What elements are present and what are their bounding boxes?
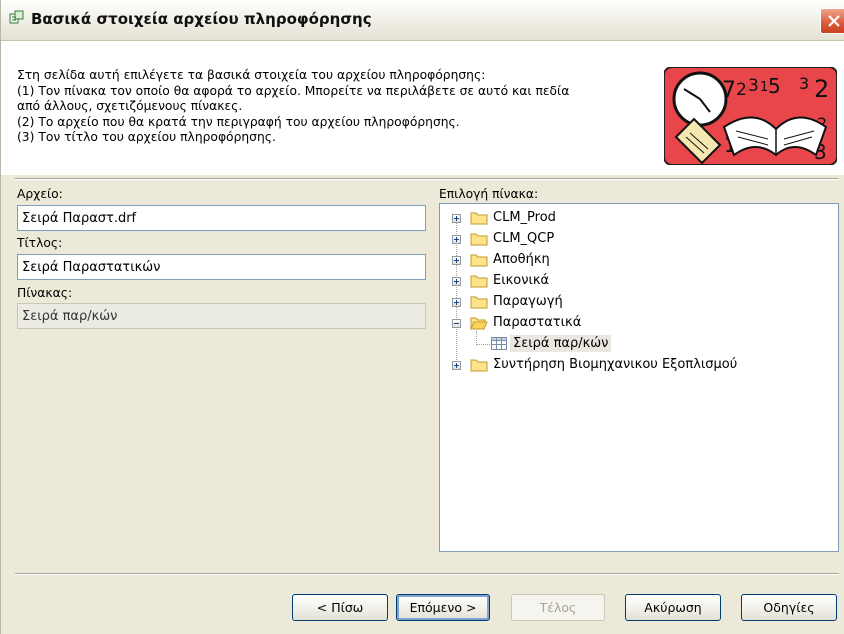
tree-node-eikonika[interactable]: Εικονικά [440,271,836,291]
back-button[interactable]: < Πίσω [292,594,388,621]
wizard-dialog: Βασικά στοιχεία αρχείου πληροφόρησης Στη… [0,0,844,634]
intro-line: από άλλους, σχετιζόμενους πίνακες. [17,99,243,113]
wizard-icon [9,10,24,24]
collapse-icon[interactable] [452,319,461,328]
tree-node-label: Εικονικά [493,273,550,288]
tree-node-label: Αποθήκη [493,252,550,267]
expand-icon[interactable] [452,235,461,244]
table-picker-label: Επιλογή πίνακα: [439,187,539,201]
tree-node-label: CLM_QCP [493,231,555,246]
tree-node-syntirisi[interactable]: Συντήρηση Βιομηχανικου Εξοπλισμού [440,355,836,375]
table-icon [491,337,507,350]
finish-button: Τέλος [511,594,605,621]
file-input[interactable]: Σειρά Παραστ.drf [17,205,426,231]
svg-text:2: 2 [814,75,829,103]
svg-text:2: 2 [736,80,747,100]
file-label: Αρχείο: [17,187,63,201]
folder-icon [470,359,488,372]
clock-book-illustration: 7 2 3 1 5 3 2 1 3 2 [664,67,837,165]
expand-icon[interactable] [452,277,461,286]
folder-icon [470,296,488,309]
tree-node-paragogi[interactable]: Παραγωγή [440,292,836,312]
title-bar[interactable]: Βασικά στοιχεία αρχείου πληροφόρησης [1,0,844,41]
svg-text:3: 3 [748,76,759,96]
close-icon [828,15,840,27]
next-button[interactable]: Επόμενο > [396,594,490,621]
window-title: Βασικά στοιχεία αρχείου πληροφόρησης [31,10,372,28]
tree-node-label: CLM_Prod [493,210,556,225]
folder-icon [470,275,488,288]
tree-node-label: Συντήρηση Βιομηχανικου Εξοπλισμού [493,357,738,372]
wizard-header: Στη σελίδα αυτή επιλέγετε τα βασικά στοι… [1,41,844,175]
expand-icon[interactable] [452,256,461,265]
intro-line: Στη σελίδα αυτή επιλέγετε τα βασικά στοι… [17,68,486,82]
svg-text:5: 5 [768,74,781,98]
intro-text: Στη σελίδα αυτή επιλέγετε τα βασικά στοι… [17,68,657,146]
close-button[interactable] [820,8,844,34]
tree-node-clm-prod[interactable]: CLM_Prod [440,208,836,228]
folder-icon [470,212,488,225]
title-label: Τίτλος: [17,236,63,250]
open-folder-icon [470,317,488,330]
tree-node-seira-parkon[interactable]: Σειρά παρ/κών [440,334,836,354]
tree-node-label: Παραγωγή [493,294,563,309]
tree-node-label: Παραστατικά [493,315,582,330]
help-button[interactable]: Οδηγίες [741,594,837,621]
intro-line: (2) Το αρχείο που θα κρατά την περιγραφή… [17,114,460,129]
expand-icon[interactable] [452,214,461,223]
folder-icon [470,254,488,267]
tree-node-label: Σειρά παρ/κών [510,335,612,352]
title-input[interactable]: Σειρά Παραστατικών [17,254,426,280]
folder-icon [470,233,488,246]
footer-divider-highlight [15,574,839,575]
expand-icon[interactable] [452,361,461,370]
tree-node-parastatika[interactable]: Παραστατικά [440,313,836,333]
header-divider-highlight [15,179,839,180]
cancel-button[interactable]: Ακύρωση [625,594,721,621]
table-label: Πίνακας: [17,286,73,300]
expand-icon[interactable] [452,298,461,307]
table-field: Σειρά παρ/κών [17,303,426,329]
intro-line: (3) Τον τίτλο του αρχείου πληροφόρησης. [17,130,276,144]
tree-node-apothiki[interactable]: Αποθήκη [440,250,836,270]
table-tree[interactable]: CLM_Prod CLM_QCP Αποθήκη Εικονικά Παραγω… [439,203,839,552]
intro-line: (1) Τον πίνακα τον οποίο θα αφορά το αρχ… [17,83,570,98]
tree-node-clm-qcp[interactable]: CLM_QCP [440,229,836,249]
svg-text:3: 3 [799,74,809,93]
